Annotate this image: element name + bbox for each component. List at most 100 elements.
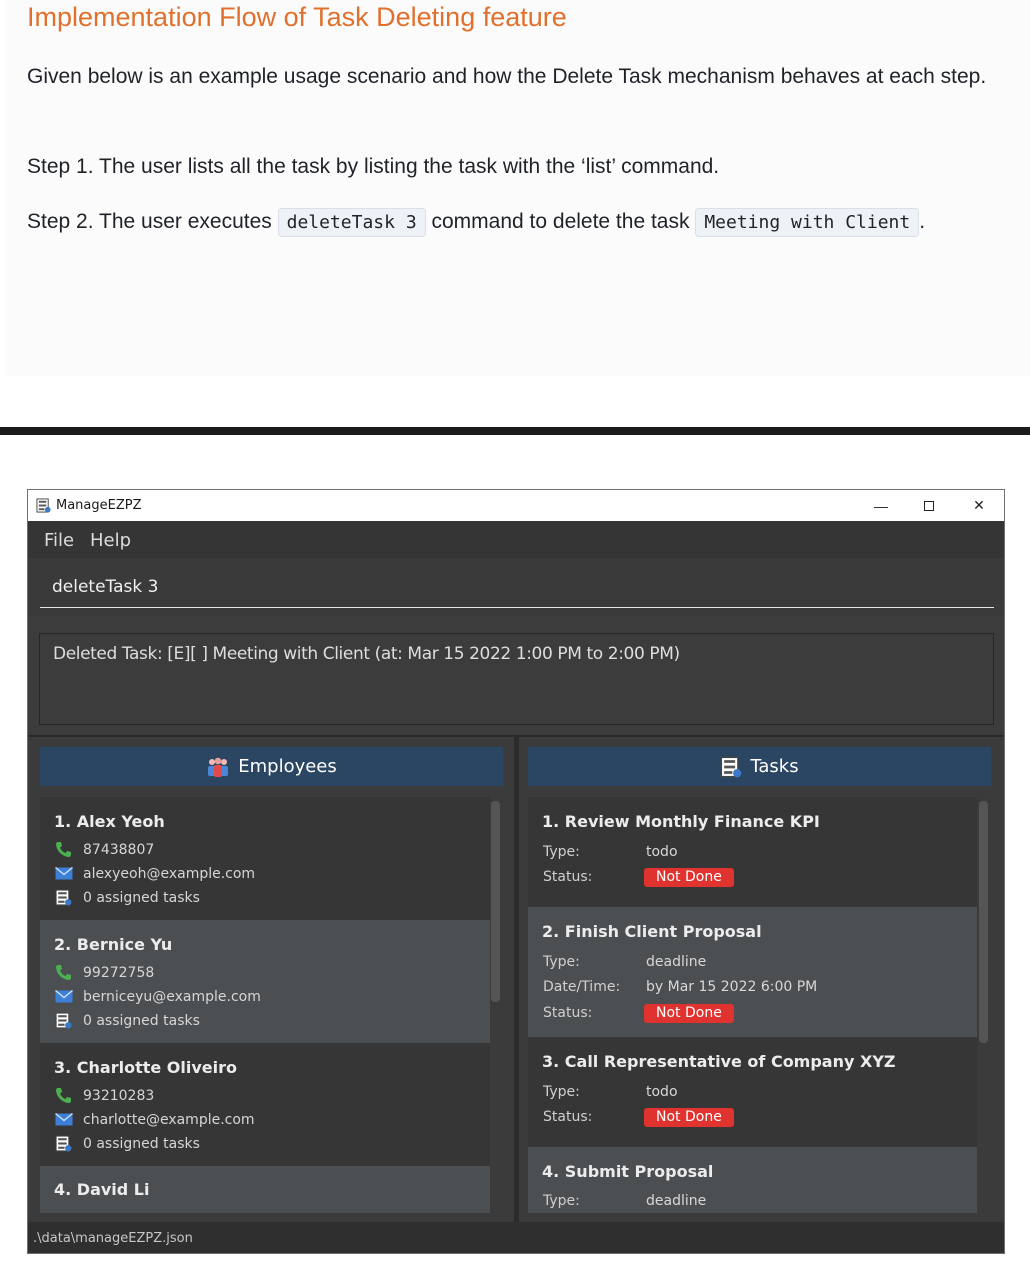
email-icon: [54, 865, 73, 882]
employees-header-label: Employees: [238, 756, 337, 777]
employee-card[interactable]: 2. Bernice Yu 99272758 berniceyu@example…: [40, 920, 490, 1043]
employee-email: berniceyu@example.com: [83, 988, 261, 1005]
phone-icon: [54, 964, 73, 981]
task-card[interactable]: 3. Call Representative of Company XYZ Ty…: [528, 1037, 977, 1147]
employee-task-count: 0 assigned tasks: [83, 889, 200, 906]
section-divider: [0, 427, 1030, 435]
command-input[interactable]: [40, 566, 994, 608]
task-status-label: Status:: [543, 1005, 593, 1021]
menu-help[interactable]: Help: [90, 530, 131, 551]
employees-scrollbar[interactable]: [491, 801, 500, 1002]
task-type-label: Type:: [543, 954, 580, 970]
maximize-button[interactable]: [906, 490, 952, 521]
doc-heading: Implementation Flow of Task Deleting fea…: [27, 2, 567, 32]
task-datetime-label: Date/Time:: [543, 979, 621, 995]
employee-email: alexyeoh@example.com: [83, 865, 256, 882]
status-badge: Not Done: [644, 1108, 734, 1127]
employee-name: 3. Charlotte Oliveiro: [54, 1058, 238, 1077]
close-button[interactable]: ✕: [956, 490, 1002, 521]
doc-step-2: Step 2. The user executes deleteTask 3 c…: [27, 205, 925, 240]
status-bar: .\data\manageEZPZ.json: [28, 1222, 1004, 1253]
task-list-icon: [54, 1012, 73, 1029]
close-icon: ✕: [973, 497, 985, 513]
employee-phone-row: 93210283: [54, 1087, 154, 1104]
task-card[interactable]: 1. Review Monthly Finance KPI Type: todo…: [528, 797, 977, 907]
task-name: 2. Finish Client Proposal: [542, 922, 762, 941]
employees-list: 1. Alex Yeoh 87438807 alexyeoh@example.c…: [40, 797, 490, 1213]
step2-suffix: .: [919, 210, 926, 233]
task-type-label: Type:: [543, 1084, 580, 1100]
maximize-icon: [924, 500, 934, 511]
task-type: deadline: [646, 954, 707, 970]
minimize-icon: —: [874, 497, 888, 514]
employee-email: charlotte@example.com: [83, 1111, 255, 1128]
doc-panel: [5, 0, 1030, 376]
task-list-icon: [54, 889, 73, 906]
doc-step-1: Step 1. The user lists all the task by l…: [27, 155, 720, 178]
email-icon: [54, 988, 73, 1005]
app-icon: [36, 498, 51, 513]
step2-middle: command to delete the task: [431, 210, 690, 233]
employee-tasks-row: 0 assigned tasks: [54, 1012, 200, 1029]
employee-task-count: 0 assigned tasks: [83, 1135, 200, 1152]
tasks-header-label: Tasks: [750, 756, 799, 777]
employee-phone-row: 99272758: [54, 964, 154, 981]
window-title: ManageEZPZ: [56, 498, 142, 513]
employee-email-row: charlotte@example.com: [54, 1111, 255, 1128]
employee-name: 1. Alex Yeoh: [54, 812, 165, 831]
tasks-icon: [721, 756, 742, 777]
save-file-path: .\data\manageEZPZ.json: [33, 1231, 193, 1246]
tasks-list: 1. Review Monthly Finance KPI Type: todo…: [528, 797, 977, 1213]
status-badge: Not Done: [644, 868, 734, 887]
doc-intro: Given below is an example usage scenario…: [27, 65, 987, 88]
title-bar: ManageEZPZ — ✕: [28, 490, 1004, 521]
task-name: 3. Call Representative of Company XYZ: [542, 1052, 896, 1071]
task-card[interactable]: 4. Submit Proposal Type: deadline: [528, 1147, 977, 1213]
code-meeting: Meeting with Client: [695, 208, 920, 237]
employees-pane: Employees 1. Alex Yeoh 87438807 alexyeoh…: [28, 737, 514, 1222]
task-status-label: Status:: [543, 1109, 593, 1125]
minimize-button[interactable]: —: [858, 490, 904, 521]
task-type: deadline: [646, 1193, 707, 1209]
task-type-label: Type:: [543, 844, 580, 860]
phone-icon: [54, 1087, 73, 1104]
employee-phone: 87438807: [83, 841, 155, 858]
task-card[interactable]: 2. Finish Client Proposal Type: deadline…: [528, 907, 977, 1037]
step2-prefix: Step 2. The user executes: [27, 210, 272, 233]
employee-phone: 99272758: [83, 964, 155, 981]
phone-icon: [54, 841, 73, 858]
menu-file[interactable]: File: [44, 530, 74, 551]
employees-header: Employees: [40, 747, 503, 786]
task-type: todo: [646, 844, 678, 860]
task-type-label: Type:: [543, 1193, 580, 1209]
task-name: 1. Review Monthly Finance KPI: [542, 812, 820, 831]
email-icon: [54, 1111, 73, 1128]
employee-tasks-row: 0 assigned tasks: [54, 889, 200, 906]
task-datetime: by Mar 15 2022 6:00 PM: [646, 979, 818, 995]
task-list-icon: [54, 1135, 73, 1152]
task-status-label: Status:: [543, 869, 593, 885]
command-area: [28, 558, 1004, 615]
employee-phone-row: 87438807: [54, 841, 154, 858]
employee-name: 4. David Li: [54, 1180, 150, 1199]
employee-card[interactable]: 1. Alex Yeoh 87438807 alexyeoh@example.c…: [40, 797, 490, 920]
code-delete-task: deleteTask 3: [277, 208, 426, 237]
task-name: 4. Submit Proposal: [542, 1162, 714, 1181]
employee-phone: 93210283: [83, 1087, 155, 1104]
app-window: ManageEZPZ — ✕ File Help Deleted Task: […: [27, 489, 1005, 1254]
employee-tasks-row: 0 assigned tasks: [54, 1135, 200, 1152]
task-type: todo: [646, 1084, 678, 1100]
employee-task-count: 0 assigned tasks: [83, 1012, 200, 1029]
result-display: Deleted Task: [E][ ] Meeting with Client…: [39, 633, 994, 725]
tasks-scrollbar[interactable]: [979, 801, 988, 1043]
employee-card[interactable]: 3. Charlotte Oliveiro 93210283 charlotte…: [40, 1043, 490, 1166]
result-text: Deleted Task: [E][ ] Meeting with Client…: [53, 644, 680, 664]
status-badge: Not Done: [644, 1004, 734, 1023]
tasks-pane: Tasks 1. Review Monthly Finance KPI Type…: [519, 737, 1004, 1222]
employee-name: 2. Bernice Yu: [54, 935, 173, 954]
employee-email-row: berniceyu@example.com: [54, 988, 261, 1005]
menu-bar: File Help: [28, 521, 1004, 558]
employee-email-row: alexyeoh@example.com: [54, 865, 255, 882]
employee-card[interactable]: 4. David Li: [40, 1166, 490, 1213]
employees-icon: [208, 757, 229, 777]
